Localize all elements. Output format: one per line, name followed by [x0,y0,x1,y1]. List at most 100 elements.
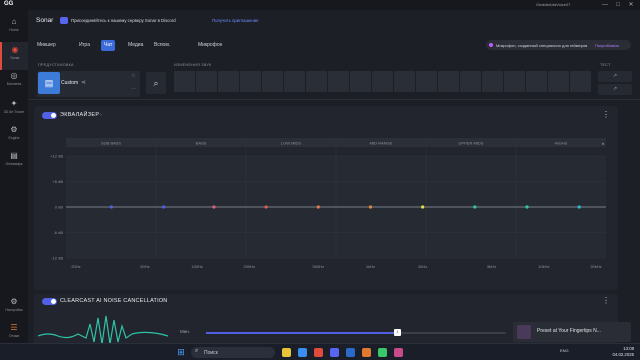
clearcast-toggle[interactable] [42,298,57,305]
taskbar-search[interactable]: ⌕ Поиск [191,347,275,358]
change-slot[interactable] [394,71,415,92]
change-slot[interactable] [548,71,569,92]
sidebar-item-label: 3D Art Tracer [3,110,25,114]
change-slot[interactable] [526,71,547,92]
waveform-graphic [38,315,168,344]
preset-selector[interactable]: ▤ Custom ⋖ ☆ … [37,71,140,97]
change-slot[interactable] [460,71,481,92]
page-title: Sonar [36,17,54,24]
equalizer-title: ЭКВАЛАЙЗЕР [60,112,100,118]
equalizer-menu-icon[interactable]: ⋮ [602,110,610,119]
close-button[interactable]: ✕ [626,1,636,9]
slider-fill [206,332,398,334]
sidebar-item-engine[interactable]: ⚙ Engine [0,122,28,150]
clearcast-info-icon[interactable]: › [164,298,166,304]
y-tick-label: 0 dB [55,205,64,210]
sidebar-item-home[interactable]: ⌂ Home [0,14,28,42]
test-header: ТЕСТ [600,63,611,67]
taskbar-app-other2[interactable] [394,348,403,357]
taskbar-app-media[interactable] [314,348,323,357]
minimize-button[interactable]: — [600,1,610,9]
eq-band-point[interactable] [161,205,166,209]
eq-band-point[interactable] [421,205,425,209]
taskbar-app-discord[interactable] [330,348,339,357]
change-slot[interactable] [416,71,437,92]
sidebar-item-giveaways[interactable]: ▤ Giveaways [0,148,28,176]
eq-band-point[interactable] [212,205,216,209]
sidebar-item-sonar[interactable]: ◉ Sonar [0,42,28,70]
change-slot[interactable] [218,71,239,92]
x-tick-label: 1kHz [366,264,375,269]
discord-invite-link[interactable]: Получить приглашение [212,18,259,23]
eq-band-point[interactable] [316,205,320,209]
more-icon[interactable]: … [131,85,136,91]
slider-thumb[interactable]: 1 [394,329,401,336]
eq-band-point[interactable] [264,205,268,209]
user-name[interactable]: GiraldeArtaVoice07 [536,2,570,7]
equalizer-chart[interactable]: SUB BASS BASS LOW MIDS MID RANGE UPPER MIDS H… [40,136,614,276]
search-icon: ⌕ [153,78,159,88]
changes-grid [174,71,594,93]
mic-promo-pill[interactable]: Микрофон, созданный специально для гейме… [486,40,631,50]
taskbar-app-steam[interactable] [346,348,355,357]
taskbar-app-other[interactable] [378,348,387,357]
taskbar-app-explorer[interactable] [282,348,291,357]
settings-icon: ⚙ [10,297,18,306]
tab-mixer[interactable]: Микшер [34,40,59,51]
change-slot[interactable] [570,71,591,92]
change-slot[interactable] [350,71,371,92]
tab-aux[interactable]: Вспом. [151,40,173,51]
x-tick-label: 2kHz [418,264,427,269]
tab-microphone[interactable]: Микрофон [195,40,225,51]
eq-band-point[interactable] [525,205,529,209]
search-button[interactable]: ⌕ [146,72,166,94]
taskbar-app-edge[interactable] [298,348,307,357]
change-slot[interactable] [240,71,261,92]
sidebar-item-label: Moments [6,82,22,86]
taskbar-app-steelseries[interactable] [362,348,371,357]
sidebar-item-settings[interactable]: ⚙ Настройки [0,294,28,322]
change-slot[interactable] [438,71,459,92]
change-slot[interactable] [328,71,349,92]
tab-chat[interactable]: Чат [101,40,116,51]
notification-toast[interactable]: Preset at Your Fingertips N... [513,322,631,342]
x-tick-label: 500Hz [313,264,325,269]
change-slot[interactable] [372,71,393,92]
taskbar-clock[interactable]: 13:08 04.02.2025 [604,346,634,358]
change-slot[interactable] [504,71,525,92]
mic-promo-link[interactable]: Попробовать [595,43,619,48]
equalizer-toggle[interactable] [42,112,57,119]
sonar-icon: ◉ [11,45,19,54]
share-icon[interactable]: ⋖ [81,79,86,86]
eq-band-point[interactable] [109,205,113,209]
test-button-2[interactable]: ↗ [598,84,632,95]
test-button-1[interactable]: ↗ [598,71,632,82]
y-tick-label: +6 dB [52,179,63,184]
tab-media[interactable]: Медиа [125,40,146,51]
sidebar-item-label: Отзыв [8,334,20,338]
change-slot[interactable] [284,71,305,92]
clearcast-slider[interactable]: 1 [206,329,506,336]
windows-start-icon[interactable]: ⊞ [176,347,186,357]
clearcast-menu-icon[interactable]: ⋮ [602,296,610,305]
x-tick-label: 10kHz [538,264,549,269]
change-slot[interactable] [306,71,327,92]
sidebar-item-moments[interactable]: ◎ Moments [0,68,28,96]
change-slot[interactable] [174,71,195,92]
change-slot[interactable] [482,71,503,92]
change-slot[interactable] [196,71,217,92]
sidebar-item-label: Home [9,28,19,32]
eq-band-point[interactable] [577,205,581,209]
tab-game[interactable]: Игра [76,40,93,51]
maximize-button[interactable]: □ [613,1,623,9]
language-indicator[interactable]: ENG [560,348,569,353]
sidebar-item-tracer[interactable]: ✦ 3D Art Tracer [0,96,28,124]
change-slot[interactable] [262,71,283,92]
y-tick-label: +12 dB [50,154,63,159]
eq-band-point[interactable] [368,205,373,209]
band-label: BASS [196,141,207,146]
discord-banner: Присоединяйтесь к нашему серверу Sonar в… [60,16,260,26]
favorite-icon[interactable]: ☆ [131,73,135,79]
equalizer-info-icon[interactable]: › [100,112,102,118]
eq-band-point[interactable] [473,205,477,209]
